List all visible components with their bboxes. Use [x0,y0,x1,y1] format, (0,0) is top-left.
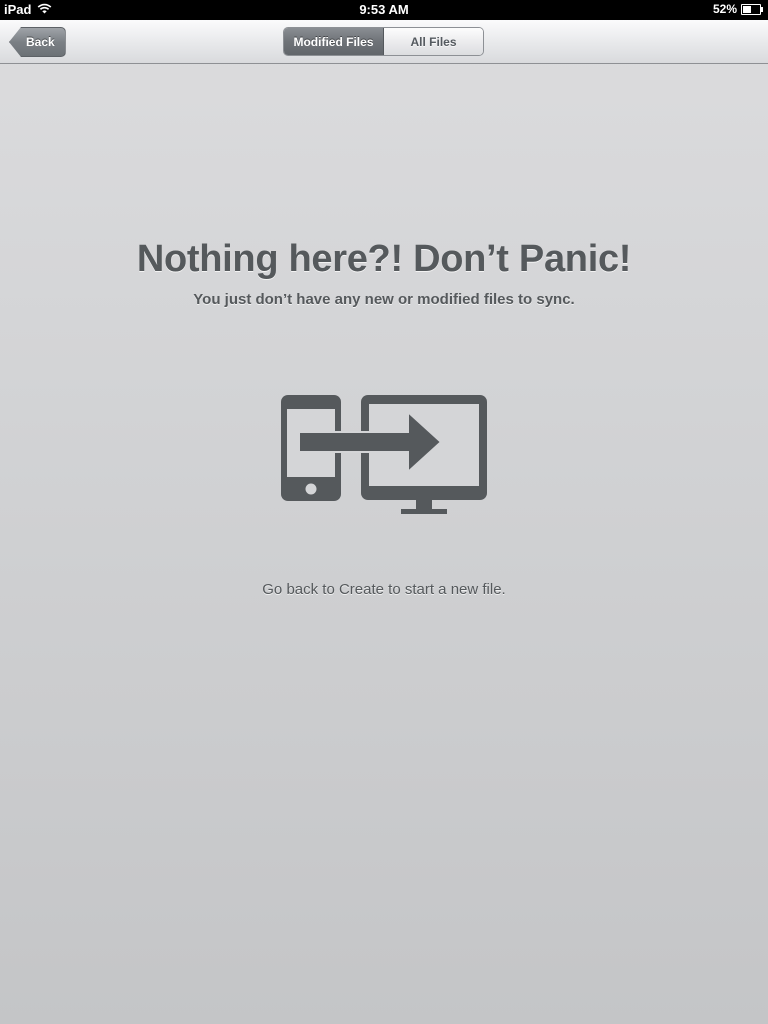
status-time: 9:53 AM [359,2,409,17]
segment-all-files[interactable]: All Files [384,28,483,55]
status-bar: iPad 9:53 AM 52% [0,0,768,20]
battery-icon [741,3,763,15]
empty-state-footer: Go back to Create to start a new file. [262,581,506,598]
navigation-bar: Back Modified Files All Files [0,20,768,64]
empty-state-subheadline: You just don’t have any new or modified … [193,291,575,308]
files-segmented-control: Modified Files All Files [283,27,484,56]
phone-to-desktop-sync-icon [280,393,488,517]
back-button[interactable]: Back [9,27,66,57]
battery-percent: 52% [712,2,737,16]
empty-state-headline: Nothing here?! Don’t Panic! [136,238,632,280]
status-right: 52% [713,2,764,16]
battery-level-fill [743,5,751,13]
segment-modified-files[interactable]: Modified Files [284,28,384,55]
